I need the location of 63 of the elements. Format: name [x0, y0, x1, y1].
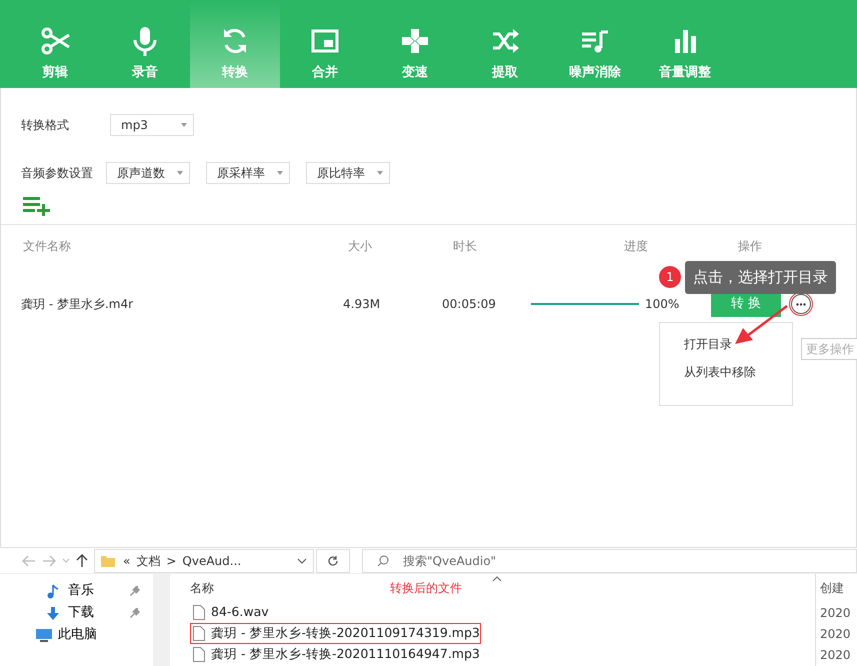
dropdown-icon[interactable] [62, 558, 70, 564]
more-tooltip: 更多操作 [801, 338, 857, 360]
format-dropdown[interactable]: mp3 [110, 114, 194, 136]
column-header: 名称 [190, 580, 214, 597]
caret-icon [177, 171, 183, 175]
caret-icon [377, 171, 383, 175]
file-row[interactable]: 龚玥 - 梦里水乡-转换-20201109174319.mp3 [190, 623, 481, 644]
column-header: 时长 [453, 239, 477, 253]
menu-item[interactable]: 从列表中移除 [684, 363, 792, 381]
caret-icon [277, 171, 283, 175]
download-icon [46, 606, 62, 620]
scissors-icon [40, 24, 70, 56]
up-icon[interactable] [76, 554, 88, 568]
refresh-icon [327, 554, 339, 566]
table-cell-text: 2020 [820, 604, 851, 622]
table-cell: 龚玥 - 梦里水乡.m4r [21, 297, 134, 311]
column-header: 操作 [738, 239, 762, 253]
nav-item[interactable]: 音乐 [0, 580, 150, 602]
guide-tooltip: 点击，选择打开目录 [685, 261, 836, 294]
caret-icon [181, 123, 187, 127]
breadcrumb-item[interactable]: 文档 [136, 552, 160, 570]
search-field[interactable]: 搜索"QveAudio" [362, 548, 857, 572]
progress-percent: 100% [645, 296, 680, 313]
menu-item[interactable]: 打开目录 [684, 335, 792, 353]
forward-icon[interactable] [42, 554, 56, 566]
table-cell: 00:05:09 [442, 297, 496, 311]
add-list-icon[interactable] [23, 196, 51, 216]
back-icon[interactable] [22, 554, 36, 566]
chevron-icon [297, 558, 307, 564]
nav-item[interactable]: 下载 [0, 602, 150, 624]
breadcrumb-item[interactable]: QveAud... [182, 552, 242, 570]
file-row[interactable]: 龚玥 - 梦里水乡-转换-20201110164947.mp3 [190, 644, 481, 665]
column-header: 创建 [820, 580, 844, 597]
nav-item[interactable]: 此电脑 [0, 624, 150, 646]
file-icon [193, 605, 205, 620]
column-header: 进度 [624, 239, 648, 253]
file-icon [193, 626, 205, 641]
table-cell-text: 2020 [820, 626, 851, 642]
table-cell: 4.93M [343, 297, 380, 311]
folder-icon [101, 554, 115, 566]
param-dropdown[interactable]: 原比特率 [306, 162, 390, 184]
breadcrumb-separator: > [166, 552, 176, 570]
sort-icon [492, 576, 502, 582]
file-row[interactable]: 84-6.wav [190, 602, 270, 623]
address-bar[interactable]: « 文档 > QveAud... [94, 548, 314, 572]
more-button[interactable] [791, 294, 811, 314]
more-icon [796, 302, 806, 306]
refresh-button[interactable] [316, 548, 350, 572]
param-dropdown[interactable]: 原采样率 [206, 162, 290, 184]
format-label: 转换格式 [21, 117, 70, 134]
param-dropdown[interactable]: 原声道数 [106, 162, 190, 184]
step-number: 1 [659, 266, 681, 288]
params-label: 音频参数设置 [21, 165, 94, 182]
computer-icon [36, 628, 52, 642]
table-cell-text: 2020 [820, 646, 851, 664]
column-header: 大小 [348, 239, 372, 253]
file-icon [193, 647, 205, 662]
breadcrumb-chevron: « [123, 552, 130, 570]
search-placeholder: 搜索"QveAudio" [403, 552, 496, 570]
annotation-text: 转换后的文件 [390, 580, 462, 597]
scrollbar[interactable] [153, 574, 169, 666]
column-header: 文件名称 [23, 239, 71, 253]
search-icon [377, 554, 389, 566]
